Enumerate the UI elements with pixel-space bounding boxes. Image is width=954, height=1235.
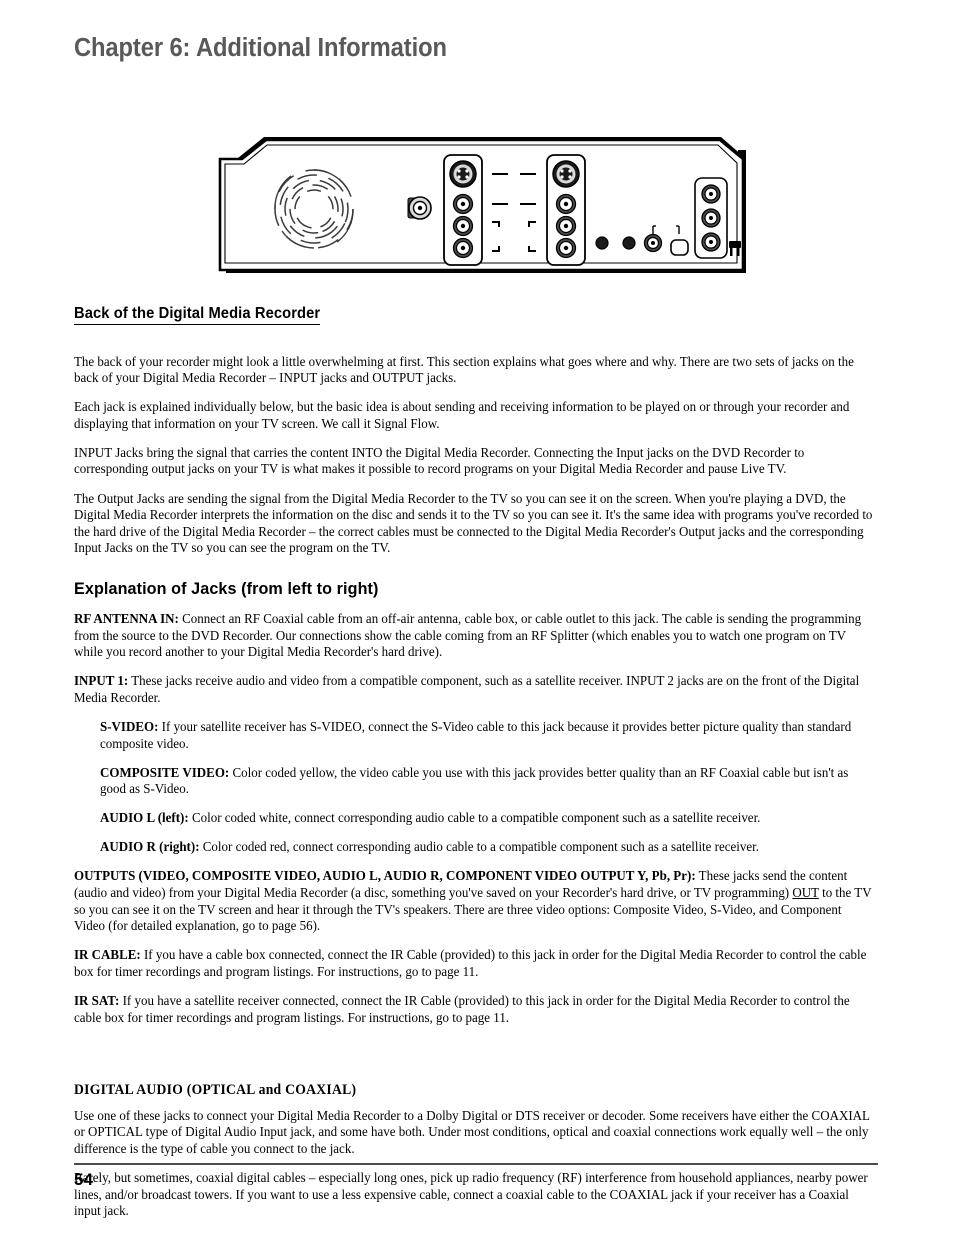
jack-description: If you have a cable box connected, conne… xyxy=(74,947,867,979)
paragraph: The back of your recorder might look a l… xyxy=(74,353,854,386)
jack-label: INPUT 1: xyxy=(74,673,129,689)
page-number: 54 xyxy=(74,1170,93,1189)
jack-entry-rf-antenna-in: RF ANTENNA IN: Connect an RF Coaxial cab… xyxy=(74,611,875,661)
paragraph: INPUT Jacks bring the signal that carrie… xyxy=(74,444,805,477)
jack-description: Color coded white, connect corresponding… xyxy=(188,810,761,826)
jack-entry-composite-video: COMPOSITE VIDEO: Color coded yellow, the… xyxy=(100,765,877,798)
jack-entry-input-1: INPUT 1: These jacks receive audio and v… xyxy=(74,673,875,706)
paragraph: Rarely, but sometimes, coaxial digital c… xyxy=(74,1170,868,1219)
jack-entry-s-video: S-VIDEO: If your satellite receiver has … xyxy=(100,719,877,752)
jack-label: IR SAT: xyxy=(74,993,120,1009)
jack-entry-ir-sat: IR SAT: If you have a satellite receiver… xyxy=(74,993,875,1026)
jack-entry-audio-r: AUDIO R (right): Color coded red, connec… xyxy=(100,839,877,856)
section-heading-explanation-of-jacks: Explanation of Jacks (from left to right… xyxy=(74,578,379,598)
document-body: Back of the Digital Media Recorder The b… xyxy=(74,306,880,1232)
out-emphasis: OUT xyxy=(792,885,819,901)
jack-label: RF ANTENNA IN: xyxy=(74,610,179,626)
paragraph: The Output Jacks are sending the signal … xyxy=(74,490,873,556)
jack-description: Connect an RF Coaxial cable from an off-… xyxy=(74,610,862,660)
section-heading-digital-audio: DIGITAL AUDIO (OPTICAL and COAXIAL) xyxy=(74,1081,357,1098)
page-title: Chapter 6: Additional Information xyxy=(74,34,447,62)
jack-entry-ir-cable: IR CABLE: If you have a cable box connec… xyxy=(74,947,875,980)
jack-entry-outputs: OUTPUTS (VIDEO, COMPOSITE VIDEO, AUDIO L… xyxy=(74,868,875,934)
jack-label: AUDIO L (left): xyxy=(100,810,189,826)
jack-description: Color coded red, connect corresponding a… xyxy=(199,839,759,855)
jack-label: AUDIO R (right): xyxy=(100,839,200,855)
jack-description: If you have a satellite receiver connect… xyxy=(74,993,850,1025)
jack-description: If your satellite receiver has S-VIDEO, … xyxy=(100,718,852,751)
jack-label: OUTPUTS (VIDEO, COMPOSITE VIDEO, AUDIO L… xyxy=(74,868,696,884)
paragraph: Each jack is explained individually belo… xyxy=(74,399,850,431)
jack-label: S-VIDEO: xyxy=(100,718,159,734)
jack-label: IR CABLE: xyxy=(74,947,141,963)
back-panel-illustration xyxy=(216,130,756,278)
footer-divider xyxy=(74,1163,878,1165)
jack-description: These jacks receive audio and video from… xyxy=(74,673,860,705)
section-heading-back-of-recorder: Back of the Digital Media Recorder xyxy=(74,306,321,325)
jack-label: COMPOSITE VIDEO: xyxy=(100,764,230,780)
document-page: Chapter 6: Additional Information Back o… xyxy=(0,0,954,1235)
paragraph: Use one of these jacks to connect your D… xyxy=(74,1107,870,1156)
jack-entry-audio-l: AUDIO L (left): Color coded white, conne… xyxy=(100,810,877,827)
